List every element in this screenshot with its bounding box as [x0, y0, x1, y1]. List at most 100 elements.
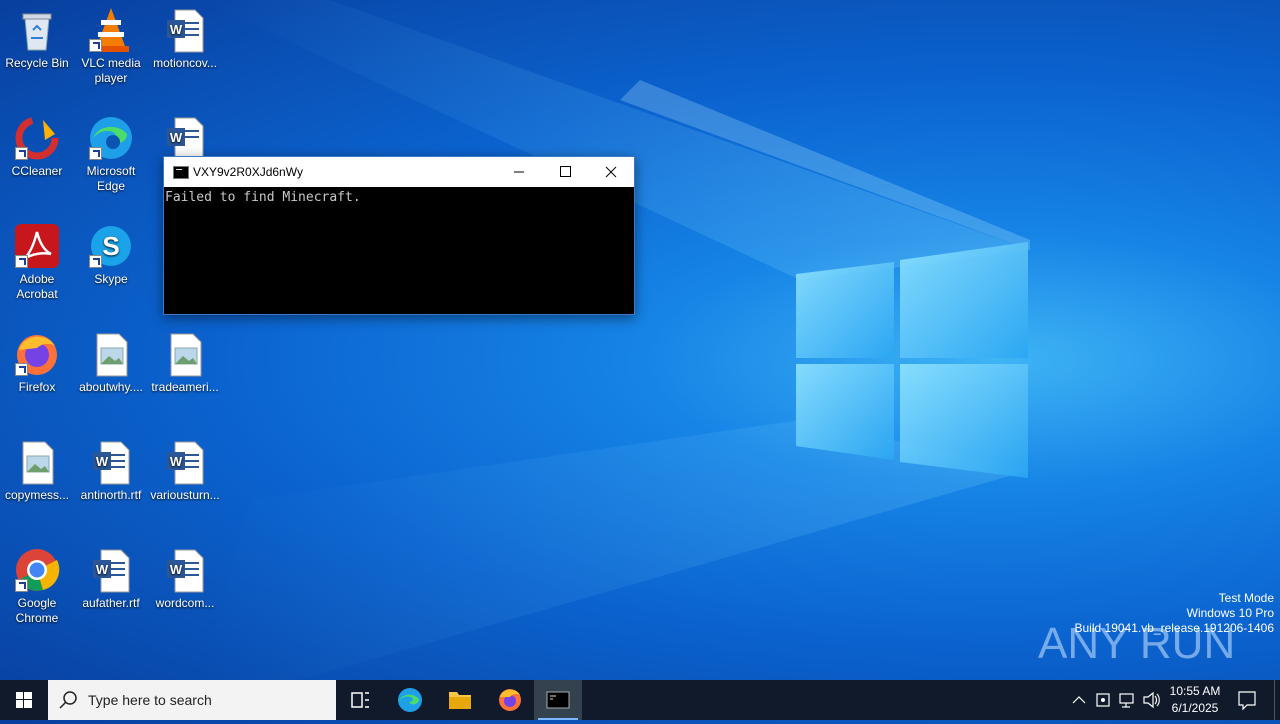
folder-icon — [449, 692, 471, 709]
skype-desktop-icon[interactable]: S Skype — [74, 216, 148, 287]
window-title: VXY9v2R0XJd6nWy — [193, 165, 303, 179]
svg-text:W: W — [170, 562, 183, 577]
show-desktop-button[interactable] — [1274, 680, 1280, 720]
shortcut-arrow-icon — [89, 255, 102, 268]
clock-time: 10:55 AM — [1169, 684, 1221, 698]
desktop-icon-label: aufather.rtf — [82, 596, 140, 610]
vlc-desktop-icon[interactable]: VLC media player — [74, 0, 148, 86]
windows-start-icon — [16, 692, 32, 708]
console-titlebar[interactable]: VXY9v2R0XJd6nWy — [164, 157, 634, 187]
word-document-icon: W — [87, 438, 135, 486]
image-file-desktop-icon[interactable]: tradeameri... — [148, 324, 222, 395]
desktop-icon-label: antinorth.rtf — [80, 488, 142, 502]
watermark-line-3: Build 19041.vb_release.191206-1406 — [1074, 621, 1275, 635]
word-doc-desktop-icon[interactable]: W antinorth.rtf — [74, 432, 148, 503]
minimize-icon — [514, 171, 524, 173]
ccleaner-desktop-icon[interactable]: CCleaner — [0, 108, 74, 179]
skype-icon: S — [87, 222, 135, 270]
notification-icon[interactable] — [1234, 680, 1260, 720]
image-file-desktop-icon[interactable]: copymess... — [0, 432, 74, 503]
desktop-icon-label: wordcom... — [155, 596, 215, 610]
word-document-icon: W — [161, 6, 209, 54]
chrome-icon — [13, 546, 61, 594]
desktop-icon-label: Firefox — [18, 380, 56, 394]
acrobat-desktop-icon[interactable]: Adobe Acrobat — [0, 216, 74, 302]
start-button[interactable] — [0, 680, 48, 720]
task-view-icon — [351, 692, 369, 708]
svg-text:W: W — [96, 454, 109, 469]
watermark-line-1: Test Mode — [1218, 591, 1274, 605]
search-placeholder: Type here to search — [88, 692, 212, 708]
image-file-icon — [87, 330, 135, 378]
word-document-icon: W — [161, 546, 209, 594]
word-doc-desktop-icon[interactable]: W variousturn... — [148, 432, 222, 503]
taskbar-file-explorer-button[interactable] — [436, 680, 484, 720]
word-document-icon: W — [161, 114, 209, 162]
shortcut-arrow-icon — [89, 39, 102, 52]
minimize-button[interactable] — [496, 157, 542, 187]
desktop-icon-label: Microsoft Edge — [86, 164, 136, 193]
chrome-desktop-icon[interactable]: Google Chrome — [0, 540, 74, 626]
taskbar-search-box[interactable]: Type here to search — [48, 680, 336, 720]
edge-desktop-icon[interactable]: Microsoft Edge — [74, 108, 148, 194]
svg-text:W: W — [170, 454, 183, 469]
watermark-line-2: Windows 10 Pro — [1186, 606, 1274, 620]
console-app-icon — [173, 166, 189, 179]
network-icon[interactable] — [1116, 680, 1138, 720]
taskbar-clock[interactable]: 10:55 AM 6/1/2025 — [1160, 683, 1230, 717]
desktop-icon-label: Adobe Acrobat — [16, 272, 58, 301]
shortcut-arrow-icon — [15, 363, 28, 376]
image-file-icon — [13, 438, 61, 486]
taskbar-edge-button[interactable] — [386, 680, 434, 720]
close-icon — [605, 166, 617, 178]
close-button[interactable] — [588, 157, 634, 187]
word-doc-desktop-icon[interactable]: W aufather.rtf — [74, 540, 148, 611]
taskbar: Type here to search 10:55 AM 6/1/2025 — [0, 680, 1280, 720]
desktop-icon-label: VLC media player — [81, 56, 141, 85]
svg-text:W: W — [170, 130, 183, 145]
recycle-bin-desktop-icon[interactable]: Recycle Bin — [0, 0, 74, 71]
image-file-desktop-icon[interactable]: aboutwhy.... — [74, 324, 148, 395]
windows-wallpaper-logo — [796, 242, 1028, 478]
vlc-cone-icon — [87, 6, 135, 54]
desktop-icon-label: Recycle Bin — [5, 56, 69, 70]
word-doc-desktop-icon[interactable]: W motioncov... — [148, 0, 222, 71]
device-icon[interactable] — [1092, 680, 1114, 720]
edge-icon — [87, 114, 135, 162]
word-doc-desktop-icon[interactable]: W wordcom... — [148, 540, 222, 611]
svg-text:W: W — [96, 562, 109, 577]
desktop-icon-label: tradeameri... — [151, 380, 219, 394]
test-mode-watermark: Test Mode Windows 10 Pro Build 19041.vb_… — [1075, 591, 1275, 636]
desktop-icon-label: variousturn... — [150, 488, 220, 502]
firefox-icon — [13, 330, 61, 378]
desktop-icon-label: CCleaner — [11, 164, 63, 178]
command-prompt-icon — [546, 691, 570, 709]
firefox-icon — [499, 689, 521, 711]
taskbar-firefox-button[interactable] — [486, 680, 534, 720]
maximize-icon — [560, 166, 571, 177]
desktop-icon-label: motioncov... — [153, 56, 217, 70]
shortcut-arrow-icon — [15, 147, 28, 160]
image-file-icon — [161, 330, 209, 378]
word-document-icon: W — [161, 438, 209, 486]
desktop-icon-label: copymess... — [4, 488, 70, 502]
shortcut-arrow-icon — [15, 255, 28, 268]
console-window[interactable]: VXY9v2R0XJd6nWy Failed to find Minecraft… — [163, 156, 635, 315]
desktop-icon-label: Google Chrome — [15, 596, 59, 625]
taskbar-console-button[interactable] — [534, 680, 582, 720]
word-document-icon: W — [87, 546, 135, 594]
desktop-icon-label: aboutwhy.... — [79, 380, 143, 394]
shortcut-arrow-icon — [15, 579, 28, 592]
svg-text:W: W — [170, 22, 183, 37]
clock-date: 6/1/2025 — [1171, 701, 1219, 715]
task-view-button[interactable] — [336, 680, 384, 720]
search-icon — [59, 691, 77, 709]
volume-icon[interactable] — [1140, 680, 1162, 720]
edge-icon — [398, 688, 422, 712]
console-output[interactable]: Failed to find Minecraft. — [164, 187, 634, 208]
maximize-button[interactable] — [542, 157, 588, 187]
firefox-desktop-icon[interactable]: Firefox — [0, 324, 74, 395]
chevron-up-icon[interactable] — [1068, 680, 1090, 720]
desktop: Recycle Bin VLC media player W motioncov… — [0, 0, 1280, 680]
ccleaner-icon — [13, 114, 61, 162]
